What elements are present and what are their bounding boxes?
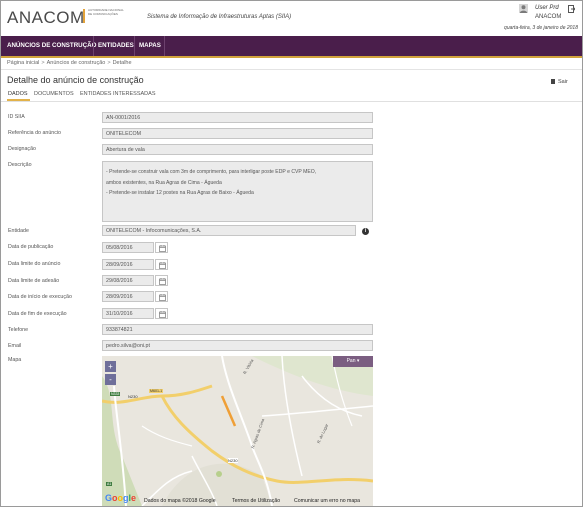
- data-inicio-label: Data de início de execução: [8, 294, 72, 300]
- mapa-label: Mapa: [8, 357, 22, 363]
- nav-anuncios-construcao[interactable]: ANÚNCIOS DE CONSTRUÇÃO: [3, 36, 100, 56]
- map-road-label: N333: [110, 392, 121, 396]
- exit-button[interactable]: Sair: [551, 79, 568, 85]
- nav-mapas[interactable]: MAPAS: [135, 36, 165, 56]
- data-limite-anuncio-label: Data limite do anúncio: [8, 261, 61, 267]
- user-org: ANACOM: [535, 14, 562, 20]
- zoom-out-button[interactable]: -: [105, 374, 116, 385]
- header: ANACOM AUTORIDADE NACIONAL DE COMUNICAÇÕ…: [1, 1, 582, 35]
- descricao-label: Descrição: [8, 162, 32, 168]
- breadcrumb-home[interactable]: Página inicial: [7, 60, 39, 66]
- calendar-icon[interactable]: [155, 308, 168, 319]
- nav-entidades[interactable]: ENTIDADES: [94, 36, 138, 56]
- user-name[interactable]: User Prd: [535, 5, 559, 11]
- nav-divider: [164, 36, 165, 56]
- map-canvas: [102, 356, 373, 506]
- referencia-label: Referência do anúncio: [8, 130, 62, 136]
- data-publicacao-field: 05/08/2016: [102, 242, 154, 253]
- descricao-line: - Pretende-se construir vala com 3m de c…: [106, 169, 317, 175]
- map-report-link[interactable]: Comunicar um erro no mapa: [294, 498, 360, 504]
- referencia-field: ONITELECOM: [102, 128, 373, 139]
- calendar-icon[interactable]: [155, 259, 168, 270]
- user-avatar-icon: [519, 4, 528, 13]
- info-icon[interactable]: i: [362, 228, 369, 235]
- breadcrumb-current: Detalhe: [112, 60, 132, 66]
- map-road-label: A1: [106, 482, 113, 486]
- data-fim-label: Data de fim de execução: [8, 311, 67, 317]
- entidade-field: ONITELECOM - Infocomunicações, S.A.: [102, 225, 356, 236]
- data-inicio-field: 28/09/2016: [102, 291, 154, 302]
- google-logo: Google: [105, 493, 137, 503]
- zoom-in-button[interactable]: +: [105, 361, 116, 372]
- logo-subtitle: AUTORIDADE NACIONAL DE COMUNICAÇÕES: [88, 8, 124, 16]
- calendar-icon[interactable]: [155, 275, 168, 286]
- current-date: quarta-feira, 3 de janeiro de 2018: [504, 25, 578, 31]
- tab-dados[interactable]: DADOS: [8, 91, 28, 97]
- map-pan-dropdown[interactable]: Pan ▾: [333, 356, 373, 367]
- designacao-label: Designação: [8, 146, 36, 152]
- telefone-label: Telefone: [8, 327, 29, 333]
- main-nav: ANÚNCIOS DE CONSTRUÇÃO ENTIDADES MAPAS: [1, 36, 582, 58]
- id-siia-field: AN-0001/2016: [102, 112, 373, 123]
- breadcrumb: Página inicial > Anúncios de construção > De…: [7, 60, 132, 66]
- descricao-line: - Pretende-se instalar 12 postes na Rua …: [106, 190, 254, 196]
- calendar-icon[interactable]: [155, 291, 168, 302]
- data-fim-field: 31/10/2016: [102, 308, 154, 319]
- map-road-label: M601-1: [149, 389, 164, 393]
- map-attribution: Dados do mapa ©2018 Google: [144, 498, 216, 504]
- calendar-icon[interactable]: [155, 242, 168, 253]
- tab-entidades-interessadas[interactable]: ENTIDADES INTERESSADAS: [80, 91, 156, 97]
- email-label: Email: [8, 343, 22, 349]
- data-publicacao-label: Data de publicação: [8, 244, 54, 250]
- descricao-field: - Pretende-se construir vala com 3m de c…: [102, 161, 373, 222]
- breadcrumb-anuncios[interactable]: Anúncios de construção: [47, 60, 106, 66]
- logo[interactable]: ANACOM: [7, 8, 85, 28]
- app-frame: ANACOM AUTORIDADE NACIONAL DE COMUNICAÇÕ…: [0, 0, 583, 507]
- map-terms-link[interactable]: Termos de Utilização: [232, 498, 280, 504]
- designacao-field: Abertura de vala: [102, 144, 373, 155]
- id-siia-label: ID SIIA: [8, 114, 25, 120]
- data-limite-adesao-field: 29/08/2016: [102, 275, 154, 286]
- email-field: pedro.silva@oni.pt: [102, 340, 373, 351]
- entidade-label: Entidade: [8, 228, 29, 234]
- map-road-label: N230: [228, 458, 238, 463]
- data-limite-adesao-label: Data limite de adesão: [8, 278, 60, 284]
- page-title: Detalhe do anúncio de construção: [7, 75, 144, 85]
- map-road-label: N230: [128, 394, 138, 399]
- exit-icon: [551, 79, 555, 84]
- tab-documentos[interactable]: DOCUMENTOS: [34, 91, 74, 97]
- logo-mark: [83, 9, 85, 23]
- data-limite-anuncio-field: 28/09/2016: [102, 259, 154, 270]
- divider: [1, 69, 582, 70]
- descricao-line: ambos existentes, na Rua Agras de Cima -…: [106, 179, 222, 186]
- divider: [1, 101, 582, 102]
- telefone-field: 933874821: [102, 324, 373, 335]
- logout-icon[interactable]: [568, 5, 575, 13]
- map-view[interactable]: N333 N230 M601-1 R. Vitória R. Agras de …: [102, 356, 373, 506]
- exit-label: Sair: [558, 79, 568, 85]
- system-name: Sistema de Informação de Infraestruturas…: [147, 14, 292, 20]
